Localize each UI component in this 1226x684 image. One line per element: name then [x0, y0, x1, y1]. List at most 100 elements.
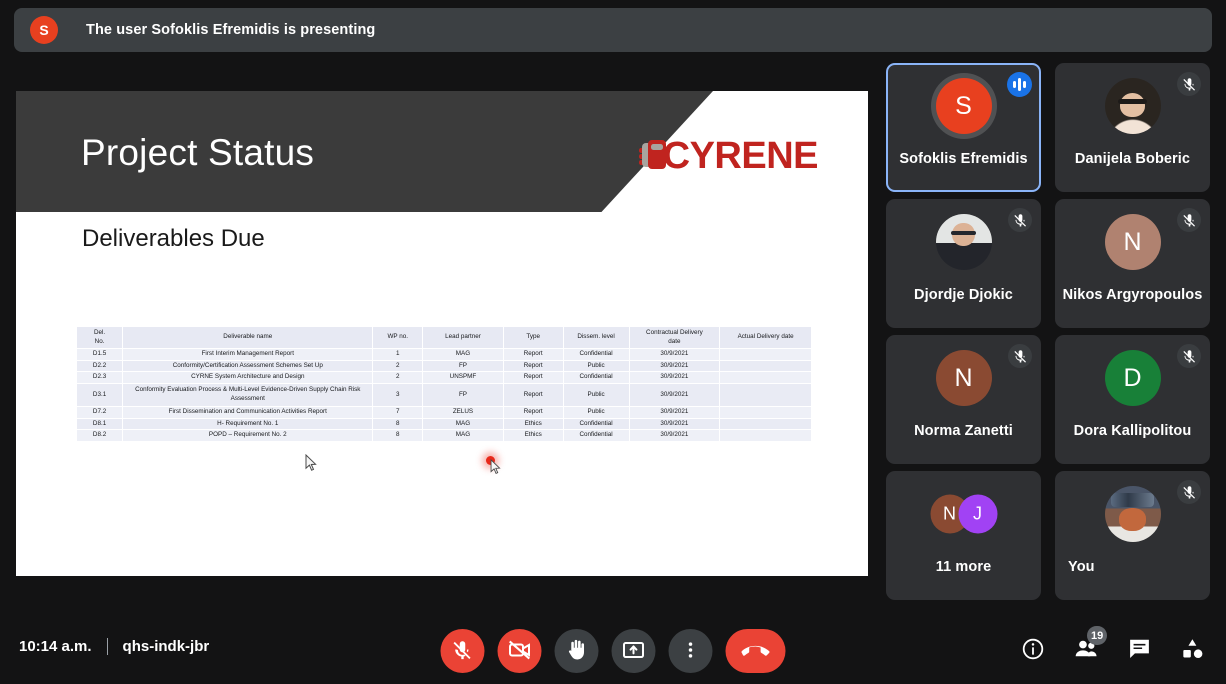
cell-wp-no: 8 [372, 417, 424, 431]
leave-call-button[interactable] [725, 629, 786, 673]
participant-tile[interactable]: You [1055, 471, 1210, 600]
avatar: N [935, 350, 992, 406]
banner-suffix: is presenting [279, 22, 376, 38]
meeting-details-button[interactable] [1019, 636, 1047, 664]
cell-type: Report [502, 348, 564, 361]
participant-name: Dora Kallipolitou [1073, 423, 1192, 439]
hangup-icon [741, 636, 770, 667]
more-vert-icon [681, 640, 701, 663]
avatar: J [958, 494, 997, 534]
cell-wp-no: 2 [372, 371, 424, 385]
meeting-window: S The user Sofoklis Efremidis is present… [0, 0, 1226, 684]
table-row: D7.2 First Dissemination and Communicatio… [75, 406, 812, 419]
meeting-code[interactable]: qhs-indk-jbr [123, 638, 210, 655]
participant-name: Danijela Boberic [1074, 151, 1191, 167]
cell-deliverable-name: First Interim Management Report [122, 348, 374, 361]
participant-count-badge: 19 [1087, 626, 1108, 645]
cell-contractual-date: 30/9/2021 [628, 406, 721, 419]
cell-dissem-level: Confidential [562, 417, 630, 431]
participant-tile[interactable]: Djordje Djokic [886, 199, 1041, 328]
cell-wp-no: 7 [372, 406, 424, 419]
cell-contractual-date: 30/9/2021 [628, 383, 721, 408]
cell-deliverable-name: Conformity Evaluation Process & Multi-Le… [122, 383, 374, 408]
table-row: D2.2 Conformity/Certification Assessment … [75, 359, 812, 373]
participant-tile[interactable]: D Dora Kallipolitou [1055, 335, 1210, 464]
mic-off-icon [1008, 208, 1032, 232]
cell-del-no: D8.2 [75, 429, 124, 443]
cell-contractual-date: 30/9/2021 [628, 348, 721, 361]
mic-off-icon [1177, 480, 1201, 504]
participant-tile[interactable]: S Sofoklis Efremidis [886, 63, 1041, 192]
mic-off-icon [1177, 344, 1201, 368]
cell-actual-date [719, 359, 812, 373]
more-options-button[interactable] [668, 629, 713, 673]
microphone-off-button[interactable] [440, 629, 485, 673]
cell-dissem-level: Public [562, 359, 630, 373]
col-header-actual-delivery-date: Actual Delivery date [719, 326, 812, 349]
cell-deliverable-name: H- Requirement No. 1 [122, 417, 374, 431]
cell-lead-partner: ZELUS [422, 406, 504, 419]
speaking-indicator-icon [1007, 72, 1032, 97]
cell-lead-partner: FP [422, 383, 504, 408]
col-header-del-line1: Del. [93, 328, 106, 336]
col-header-cdate-line2: date [668, 337, 681, 345]
cell-wp-no: 8 [372, 429, 424, 443]
cell-dissem-level: Confidential [562, 371, 630, 385]
cell-contractual-date: 30/9/2021 [628, 417, 721, 431]
cell-del-no: D1.5 [75, 348, 124, 361]
table-row: D8.1 H- Requirement No. 1 8 MAG Ethics Confid… [75, 417, 812, 431]
cell-type: Report [502, 383, 564, 408]
call-controls [440, 629, 786, 673]
participant-name: You [1068, 559, 1095, 575]
participant-name: Nikos Argyropoulos [1062, 287, 1203, 303]
presenter-cursor [490, 459, 502, 477]
deliverables-table: Del. No. Deliverable name WP no. Lead pa… [75, 326, 812, 443]
col-header-lead-partner: Lead partner [422, 326, 504, 349]
chat-button[interactable] [1125, 636, 1153, 664]
camera-off-icon [508, 638, 532, 665]
cyrene-logo-text: CYRENE [662, 135, 819, 177]
cell-wp-no: 1 [372, 348, 424, 361]
avatar: N [1104, 214, 1161, 270]
mouse-cursor [305, 454, 317, 472]
cell-del-no: D2.3 [75, 371, 124, 385]
meta-divider [106, 638, 108, 655]
participant-name: Sofoklis Efremidis [899, 151, 1028, 167]
cell-del-no: D7.2 [75, 406, 124, 419]
mic-off-icon [1008, 344, 1032, 368]
cell-deliverable-name: Conformity/Certification Assessment Sche… [122, 359, 374, 373]
participant-name: Norma Zanetti [914, 423, 1013, 439]
raise-hand-button[interactable] [554, 629, 599, 673]
activities-button[interactable] [1178, 636, 1206, 664]
participant-tile-grid: S Sofoklis Efremidis Danijela Boberic Djord… [886, 63, 1210, 605]
presentation-stage[interactable]: Project Status CYRENE Deliverables Due D… [16, 91, 868, 576]
meeting-meta: 10:14 a.m. qhs-indk-jbr [19, 638, 209, 655]
chat-icon [1127, 636, 1152, 664]
cell-contractual-date: 30/9/2021 [628, 429, 721, 443]
participant-tile[interactable]: Danijela Boberic [1055, 63, 1210, 192]
activities-icon [1180, 636, 1205, 664]
cell-type: Report [502, 359, 564, 373]
col-header-type: Type [502, 326, 564, 349]
participant-tile[interactable]: N Norma Zanetti [886, 335, 1041, 464]
cell-del-no: D8.1 [75, 417, 124, 431]
cell-wp-no: 2 [372, 359, 424, 373]
participant-tile[interactable]: N J 11 more [886, 471, 1041, 600]
cell-lead-partner: FP [422, 359, 504, 373]
presenting-banner: S The user Sofoklis Efremidis is present… [14, 8, 1212, 52]
table-row: D2.3 CYRNE System Architecture and Design… [75, 371, 812, 385]
cell-actual-date [719, 383, 812, 408]
present-screen-button[interactable] [611, 629, 656, 673]
avatar: D [1104, 350, 1161, 406]
show-everyone-button[interactable]: 19 [1072, 626, 1108, 664]
cell-actual-date [719, 406, 812, 419]
camera-off-button[interactable] [497, 629, 542, 673]
cell-lead-partner: MAG [422, 429, 504, 443]
col-header-wp-no: WP no. [372, 326, 424, 349]
cell-lead-partner: MAG [422, 417, 504, 431]
participant-tile[interactable]: N Nikos Argyropoulos [1055, 199, 1210, 328]
cell-contractual-date: 30/9/2021 [628, 359, 721, 373]
col-header-deliverable-name: Deliverable name [122, 326, 374, 349]
slide-title: Project Status [81, 132, 315, 173]
cell-lead-partner: MAG [422, 348, 504, 361]
